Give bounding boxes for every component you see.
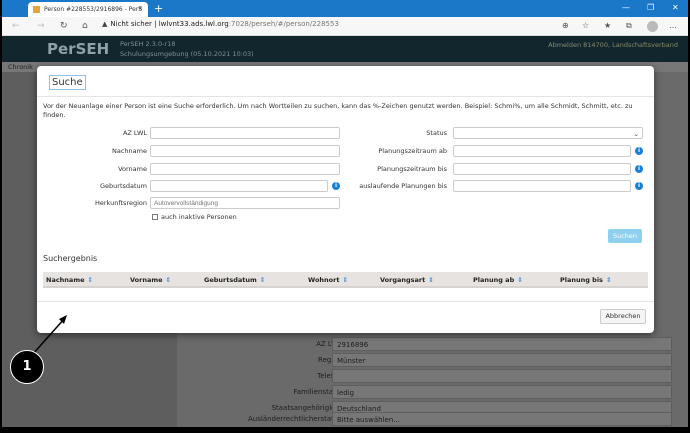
annotation-arrow <box>31 315 67 356</box>
browser-window: Person #228553/2916896 - PerS × + — ❐ ✕ ←… <box>2 0 688 427</box>
annotation-marker: 1 <box>10 350 44 384</box>
